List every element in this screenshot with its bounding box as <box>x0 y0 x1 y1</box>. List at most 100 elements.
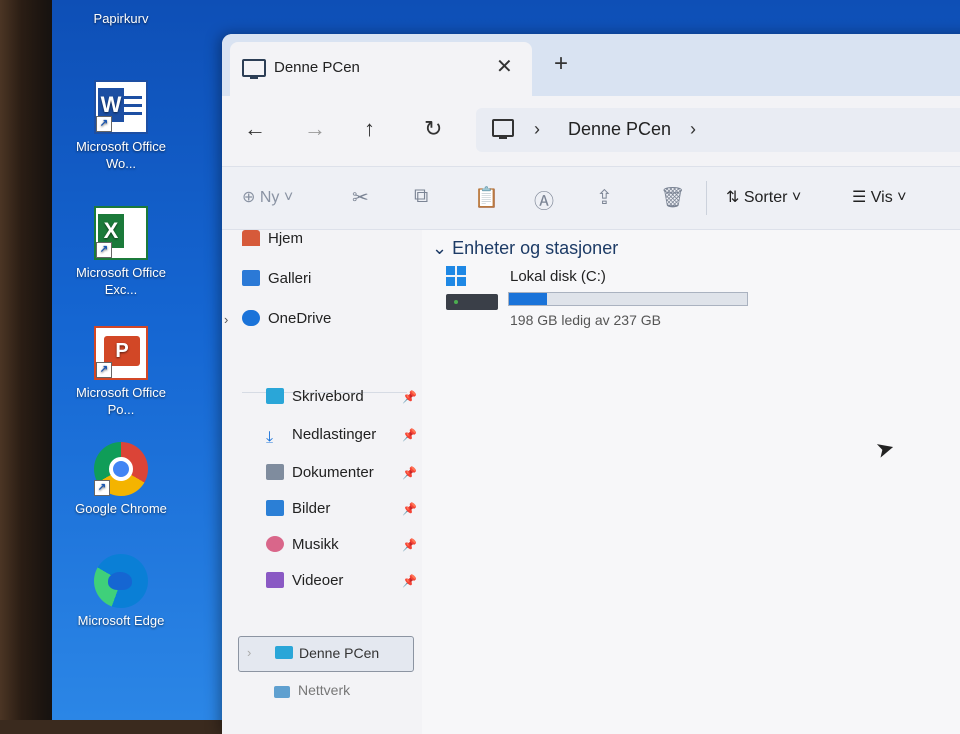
shortcut-arrow-icon: ↗ <box>96 116 112 132</box>
sidebar-item-label: Dokumenter <box>292 464 374 481</box>
sidebar-item-label: Galleri <box>268 270 312 287</box>
word-icon: ↗ <box>94 80 148 134</box>
navigation-bar: ← → ↑ ↻ › Denne PCen › <box>222 96 960 166</box>
shortcut-arrow-icon: ↗ <box>94 480 110 496</box>
tab-denne-pcen[interactable]: Denne PCen ✕ <box>230 42 532 96</box>
computer-icon <box>242 59 266 79</box>
content-pane: ⌄ Enheter og stasjoner Lokal disk (C:) 1… <box>422 230 960 734</box>
breadcrumb-separator[interactable]: › <box>534 119 540 140</box>
cut-icon[interactable]: ✂ <box>352 185 369 210</box>
chevron-right-icon[interactable]: › <box>247 645 251 660</box>
up-button[interactable]: ↑ <box>364 116 375 142</box>
file-explorer-window: Denne PCen ✕ + ← → ↑ ↻ › Denne PCen › ⊕ … <box>222 34 960 734</box>
edge-icon <box>94 554 148 608</box>
paste-icon[interactable]: 📋 <box>474 185 499 210</box>
close-tab-icon[interactable]: ✕ <box>496 54 513 79</box>
drive-usage-fill <box>509 293 548 305</box>
desktop-folder-icon <box>266 388 284 404</box>
sidebar-item-videoer[interactable]: Videoer 📌 <box>266 572 417 594</box>
view-label: Vis <box>870 189 893 206</box>
sidebar-item-denne-pcen[interactable]: › Denne PCen <box>238 636 414 672</box>
copy-icon[interactable]: ⧉ <box>414 185 428 208</box>
windows-logo-icon <box>446 266 466 286</box>
shortcut-arrow-icon: ↗ <box>96 362 112 378</box>
music-icon <box>266 536 284 552</box>
computer-icon <box>492 119 514 139</box>
sidebar-item-galleri[interactable]: Galleri <box>242 270 311 292</box>
gallery-icon <box>242 270 260 286</box>
sidebar-item-musikk[interactable]: Musikk 📌 <box>266 536 417 558</box>
powerpoint-icon: ↗ <box>94 326 148 380</box>
breadcrumb-denne-pcen[interactable]: Denne PCen <box>568 119 671 140</box>
sidebar-item-label: Videoer <box>292 572 344 589</box>
sidebar-item-label: Skrivebord <box>292 388 364 405</box>
computer-icon <box>275 646 293 659</box>
new-tab-button[interactable]: + <box>554 50 568 78</box>
pin-icon[interactable]: 📌 <box>402 466 417 480</box>
drive-c[interactable]: Lokal disk (C:) 198 GB ledig av 237 GB <box>446 266 766 328</box>
pin-icon[interactable]: 📌 <box>402 538 417 552</box>
new-button[interactable]: ⊕ Ny ˅ <box>242 187 293 207</box>
desktop-icon-excel[interactable]: ↗ Microsoft Office Exc... <box>66 206 176 298</box>
documents-icon <box>266 464 284 480</box>
back-button[interactable]: ← <box>244 116 266 142</box>
toolbar-divider <box>706 181 707 215</box>
sidebar-item-label: Nedlastinger <box>292 426 377 443</box>
sidebar-item-hjem[interactable]: Hjem <box>242 230 303 252</box>
sidebar-item-label: OneDrive <box>268 310 332 327</box>
shortcut-arrow-icon: ↗ <box>96 242 112 258</box>
sidebar-item-label: Musikk <box>292 536 339 553</box>
cloud-icon <box>242 310 260 326</box>
sidebar-item-onedrive[interactable]: OneDrive <box>242 310 331 332</box>
new-label: Ny <box>259 189 280 206</box>
pin-icon[interactable]: 📌 <box>402 428 417 442</box>
breadcrumb-separator[interactable]: › <box>690 119 696 140</box>
view-button[interactable]: ☰ Vis ˅ <box>852 187 907 207</box>
videos-icon <box>266 572 284 588</box>
sidebar-item-nettverk[interactable]: Nettverk <box>274 682 350 704</box>
desktop-icon-chrome[interactable]: ↗ Google Chrome <box>66 442 176 517</box>
chrome-icon: ↗ <box>94 442 148 496</box>
drive-usage-bar <box>508 292 748 306</box>
sidebar-item-label: Bilder <box>292 500 331 517</box>
excel-icon: ↗ <box>94 206 148 260</box>
sidebar-item-bilder[interactable]: Bilder 📌 <box>266 500 417 522</box>
sort-button[interactable]: ⇅ Sorter ˅ <box>726 187 801 207</box>
sidebar-item-dokumenter[interactable]: Dokumenter 📌 <box>266 464 417 486</box>
tab-bar: Denne PCen ✕ + <box>222 34 960 96</box>
desktop-icon-word[interactable]: ↗ Microsoft Office Wo... <box>66 80 176 172</box>
desktop-icon-label: Microsoft Edge <box>77 613 165 628</box>
delete-icon[interactable]: 🗑 <box>660 185 685 210</box>
address-bar[interactable]: › Denne PCen › <box>476 108 960 152</box>
desktop-icon-label: Microsoft Office Exc... <box>75 265 167 297</box>
group-title: Enheter og stasjoner <box>452 238 619 258</box>
desktop-icon-label: Google Chrome <box>75 501 167 516</box>
desktop-icon-recycle-bin[interactable]: Papirkurv <box>66 10 176 27</box>
pictures-icon <box>266 500 284 516</box>
chevron-right-icon[interactable]: › <box>224 312 228 327</box>
forward-button[interactable]: → <box>304 116 326 142</box>
home-icon <box>242 230 260 246</box>
pin-icon[interactable]: 📌 <box>402 574 417 588</box>
sidebar-item-label: Hjem <box>268 230 304 247</box>
sidebar-item-nedlastinger[interactable]: ⤓ Nedlastinger 📌 <box>266 426 417 448</box>
sort-label: Sorter <box>743 189 788 206</box>
desktop-icon-edge[interactable]: Microsoft Edge <box>66 554 176 629</box>
share-icon[interactable]: ⇪ <box>596 185 613 210</box>
network-icon <box>274 686 290 698</box>
pin-icon[interactable]: 📌 <box>402 390 417 404</box>
pin-icon[interactable]: 📌 <box>402 502 417 516</box>
desktop-icon-label: Microsoft Office Po... <box>75 385 167 417</box>
refresh-button[interactable]: ↻ <box>424 116 442 142</box>
sidebar-item-skrivebord[interactable]: Skrivebord 📌 <box>266 388 417 410</box>
tab-title: Denne PCen <box>274 59 360 76</box>
download-icon: ⤓ <box>266 429 274 446</box>
sidebar-item-label: Denne PCen <box>299 645 380 661</box>
desktop-icon-label: Microsoft Office Wo... <box>75 139 167 171</box>
command-bar: ⊕ Ny ˅ ✂ ⧉ 📋 Ⓐ ⇪ 🗑 ⇅ Sorter ˅ ☰ Vis ˅ <box>222 166 960 230</box>
rename-icon[interactable]: Ⓐ <box>534 185 554 214</box>
group-header[interactable]: ⌄ Enheter og stasjoner <box>432 238 618 259</box>
desktop-icon-powerpoint[interactable]: ↗ Microsoft Office Po... <box>66 326 176 418</box>
hard-drive-icon <box>446 294 498 310</box>
sidebar-item-label: Nettverk <box>298 682 351 698</box>
